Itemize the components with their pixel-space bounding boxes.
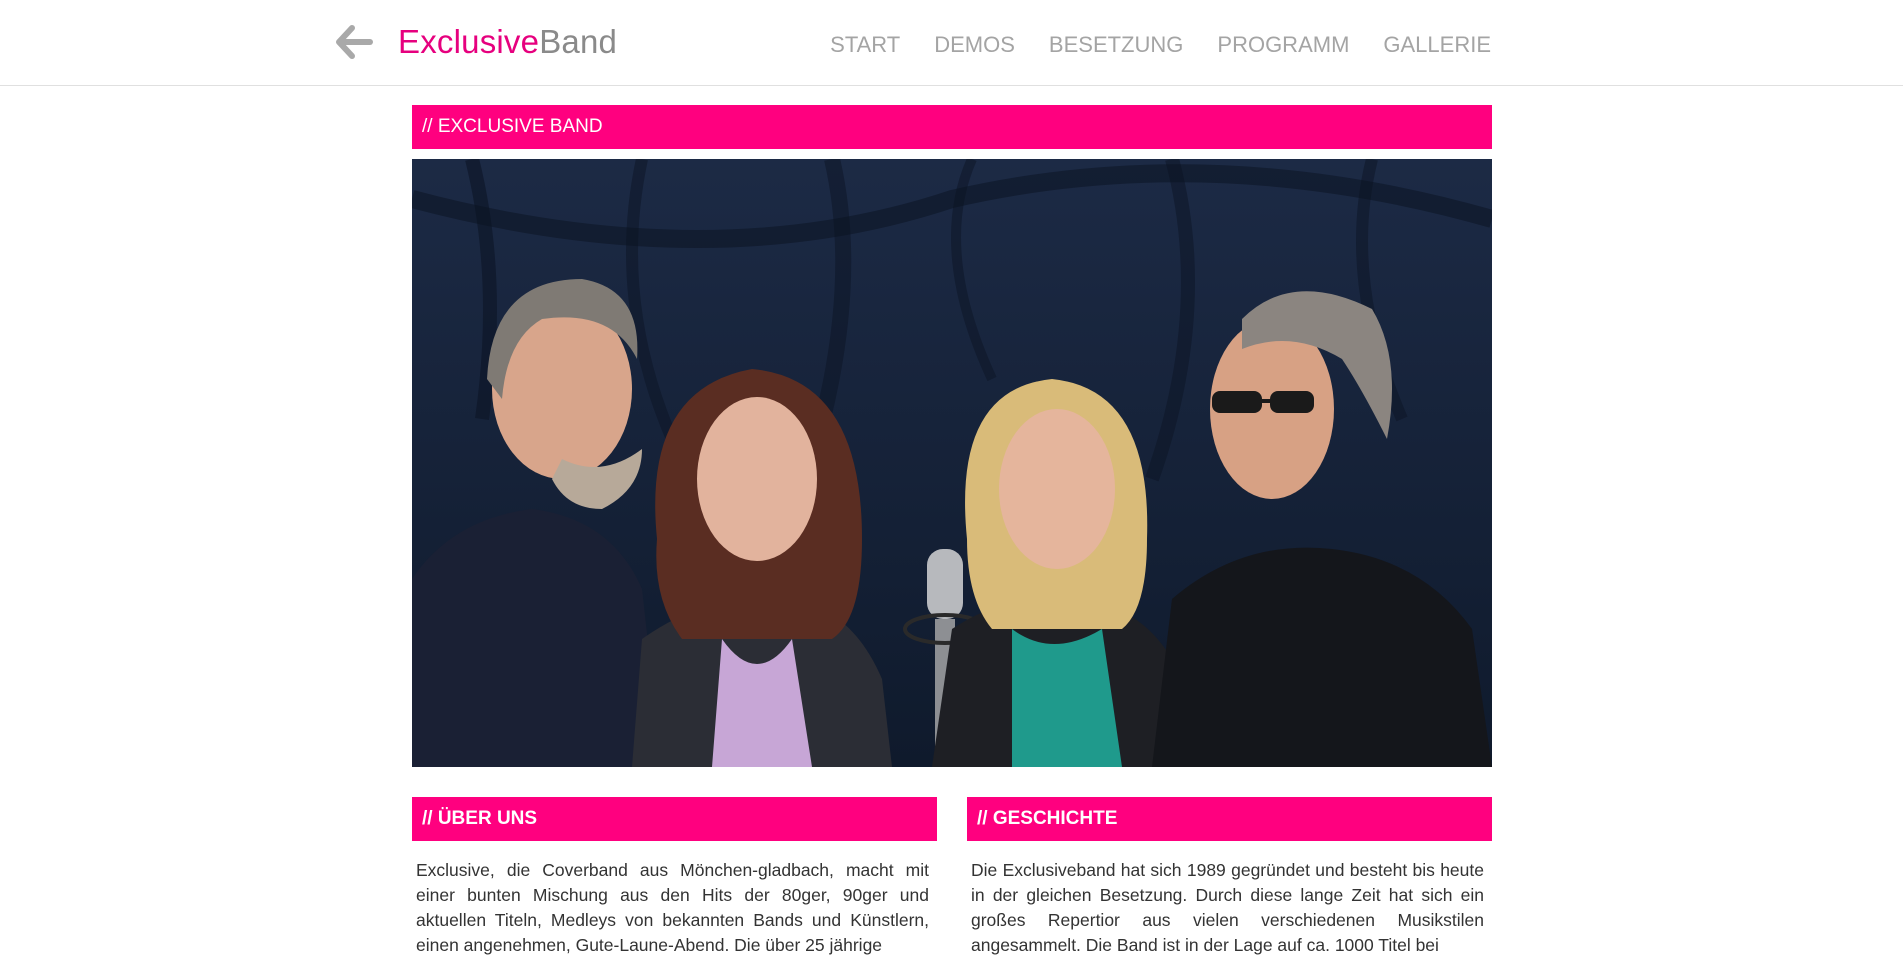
main-nav: START DEMOS BESETZUNG PROGRAMM GALLERIE: [830, 30, 1491, 60]
nav-item-demos[interactable]: DEMOS: [934, 30, 1015, 60]
brand-name-part1: Exclusive: [398, 23, 540, 60]
brand-name-part2: Band: [539, 23, 618, 60]
top-navbar: ExclusiveBand START DEMOS BESETZUNG PROG…: [0, 0, 1903, 86]
nav-item-start[interactable]: START: [830, 30, 900, 60]
about-section-title: // ÜBER UNS: [412, 797, 937, 841]
nav-item-programm[interactable]: PROGRAMM: [1217, 30, 1349, 60]
nav-item-gallerie[interactable]: GALLERIE: [1383, 30, 1491, 60]
arrow-left-icon[interactable]: [334, 24, 374, 60]
nav-item-besetzung[interactable]: BESETZUNG: [1049, 30, 1183, 60]
history-text: Die Exclusiveband hat sich 1989 gegründe…: [971, 860, 1484, 955]
history-section-title: // GESCHICHTE: [967, 797, 1492, 841]
about-text: Exclusive, die Coverband aus Mönchen-gla…: [416, 860, 929, 955]
band-photo: [412, 159, 1492, 767]
hero-section-title: // EXCLUSIVE BAND: [412, 105, 1492, 149]
brand-logo[interactable]: ExclusiveBand: [398, 20, 617, 64]
